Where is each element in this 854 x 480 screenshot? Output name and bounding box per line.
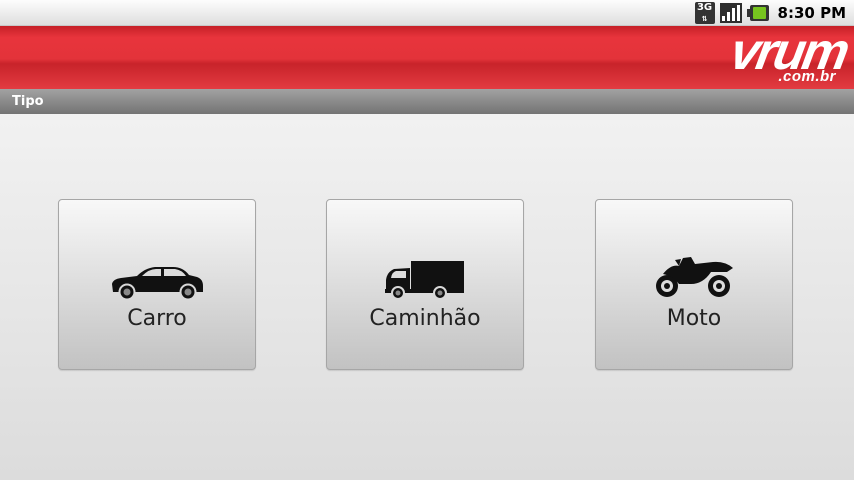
network-3g-icon: 3G ⇅ [694, 1, 715, 24]
logo-domain: .com.br [778, 68, 836, 85]
signal-strength-icon [719, 2, 742, 23]
truck-icon [327, 254, 523, 300]
page-title: Tipo [12, 94, 44, 109]
caminhao-button[interactable]: Caminhão [326, 199, 524, 370]
moto-button[interactable]: Moto [595, 199, 793, 370]
carro-label: Carro [127, 306, 187, 331]
network-type-label: 3G [696, 1, 713, 13]
status-bar: 3G ⇅ 8:30 PM [0, 0, 854, 26]
vrum-logo: vrum .com.br [698, 23, 851, 86]
battery-icon [746, 4, 769, 21]
status-clock: 8:30 PM [777, 3, 846, 22]
caminhao-label: Caminhão [369, 306, 481, 331]
carro-button[interactable]: Carro [58, 199, 256, 370]
title-bar: Tipo [0, 89, 854, 114]
car-icon [59, 254, 255, 300]
moto-label: Moto [666, 306, 722, 331]
status-icons: 3G ⇅ 8:30 PM [694, 0, 846, 25]
header-banner: vrum .com.br [0, 23, 854, 89]
motorcycle-icon [596, 254, 792, 300]
